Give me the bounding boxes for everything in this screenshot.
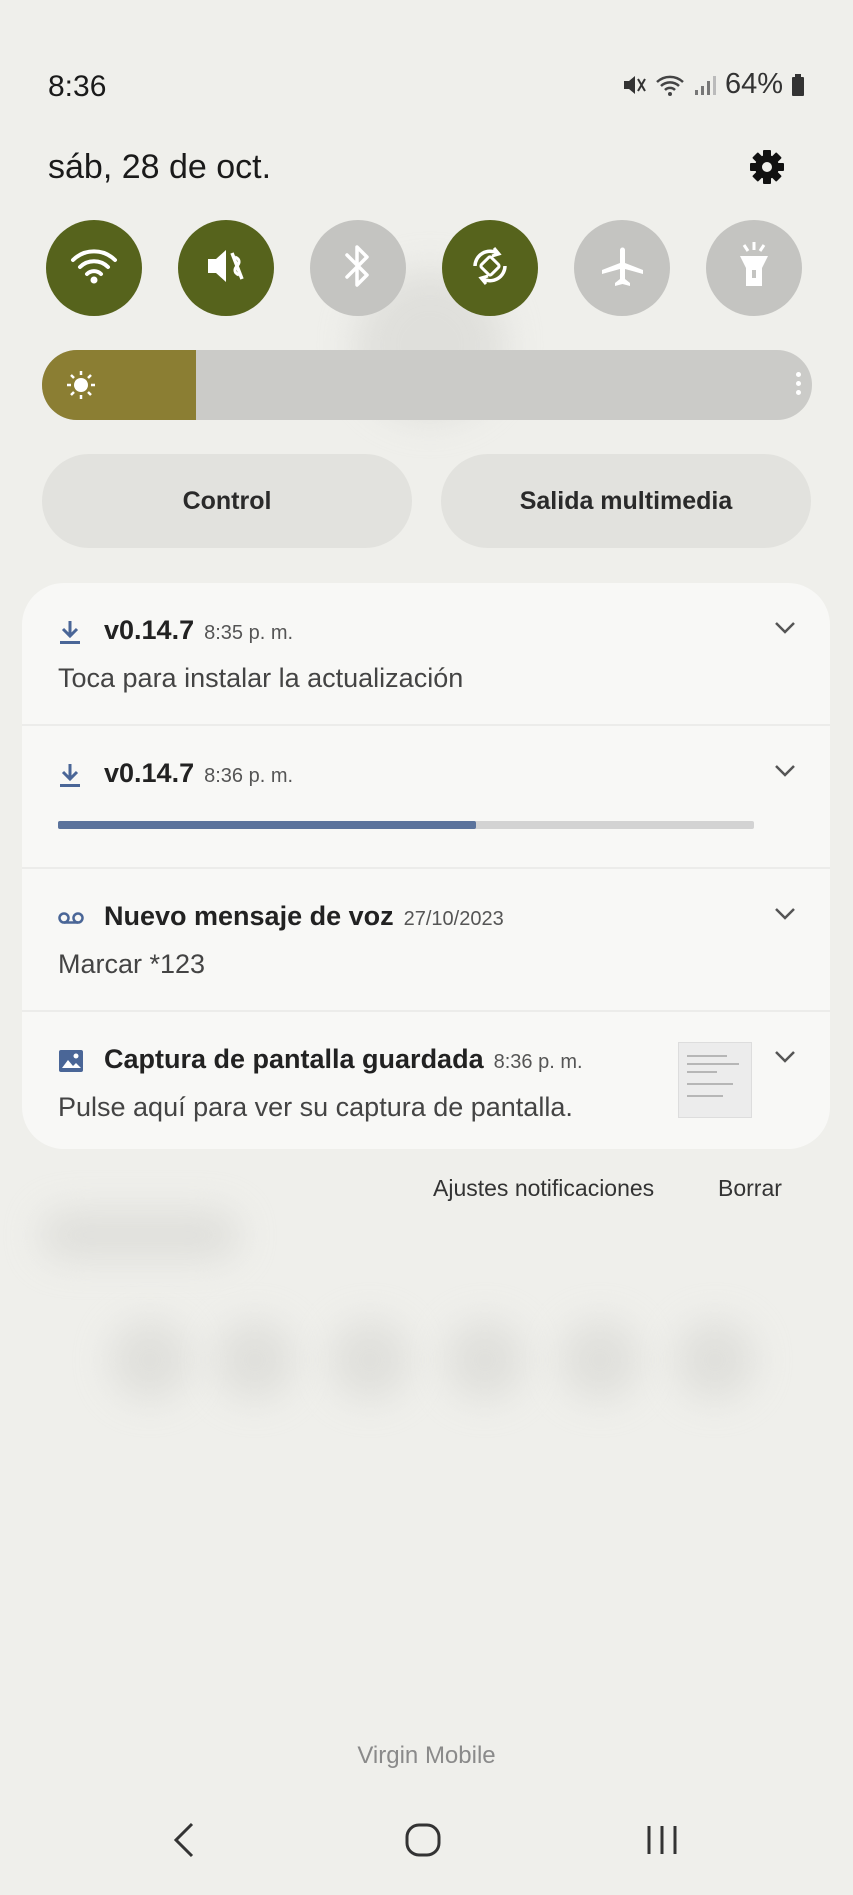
bluetooth-icon [343,243,373,294]
battery-icon [791,73,805,97]
chevron-down-icon[interactable] [774,621,796,635]
airplane-icon [598,242,646,295]
toggle-sound[interactable] [178,220,274,316]
status-time: 8:36 [48,70,107,103]
media-output-button[interactable]: Salida multimedia [441,454,811,548]
control-button[interactable]: Control [42,454,412,548]
notification-time: 27/10/2023 [403,908,504,930]
notification-title: Nuevo mensaje de voz [104,901,394,931]
home-button[interactable] [404,1820,442,1865]
mute-icon [621,73,647,97]
notification-body: Toca para instalar la actualización [58,663,464,693]
notification-title: Captura de pantalla guardada [104,1044,484,1074]
notification-time: 8:35 p. m. [204,622,294,644]
notification-panel: v0.14.7 8:35 p. m. Toca para instalar la … [22,583,830,1149]
screenshot-thumbnail[interactable] [678,1042,752,1118]
notification-title: v0.14.7 [104,758,195,788]
back-button[interactable] [170,1820,198,1865]
clear-all-link[interactable]: Borrar [718,1175,782,1202]
recents-button[interactable] [645,1820,679,1865]
download-progress-bar [58,821,754,829]
signal-icon [693,73,717,97]
notification-time: 8:36 p. m. [493,1051,583,1073]
date-label: sáb, 28 de oct. [48,148,272,186]
carrier-label: Virgin Mobile [357,1742,496,1769]
toggle-flashlight[interactable] [706,220,802,316]
wifi-icon [655,73,685,97]
sun-icon [66,370,96,400]
chevron-down-icon[interactable] [774,907,796,921]
brightness-slider[interactable] [42,350,812,420]
wifi-icon [70,246,118,291]
notification-voicemail[interactable]: Nuevo mensaje de voz 27/10/2023 Marcar *1… [22,869,830,1011]
more-options-icon[interactable] [796,368,801,399]
chevron-down-icon[interactable] [774,1050,796,1064]
image-icon [58,1048,83,1074]
notification-settings-link[interactable]: Ajustes notificaciones [433,1175,654,1202]
rotate-icon [466,242,514,295]
status-icons: 64% [621,68,805,101]
gear-icon[interactable] [747,147,787,187]
voicemail-icon [58,905,84,931]
notification-download-progress[interactable]: v0.14.7 8:36 p. m. [22,726,830,868]
toggle-rotation[interactable] [442,220,538,316]
notification-time: 8:36 p. m. [204,765,294,787]
download-progress-fill [58,821,476,829]
flashlight-icon [738,241,770,295]
download-icon [58,619,82,645]
toggle-airplane[interactable] [574,220,670,316]
battery-text: 64% [724,68,783,100]
download-icon [58,762,82,788]
mute-icon [203,245,249,292]
notification-update-ready[interactable]: v0.14.7 8:35 p. m. Toca para instalar la … [22,583,830,725]
notification-title: v0.14.7 [104,615,195,645]
notification-body: Pulse aquí para ver su captura de pantal… [58,1092,573,1122]
toggle-bluetooth[interactable] [310,220,406,316]
notification-body: Marcar *123 [58,949,206,979]
toggle-wifi[interactable] [46,220,142,316]
chevron-down-icon[interactable] [774,764,796,778]
notification-screenshot[interactable]: Captura de pantalla guardada 8:36 p. m. P… [22,1012,830,1149]
